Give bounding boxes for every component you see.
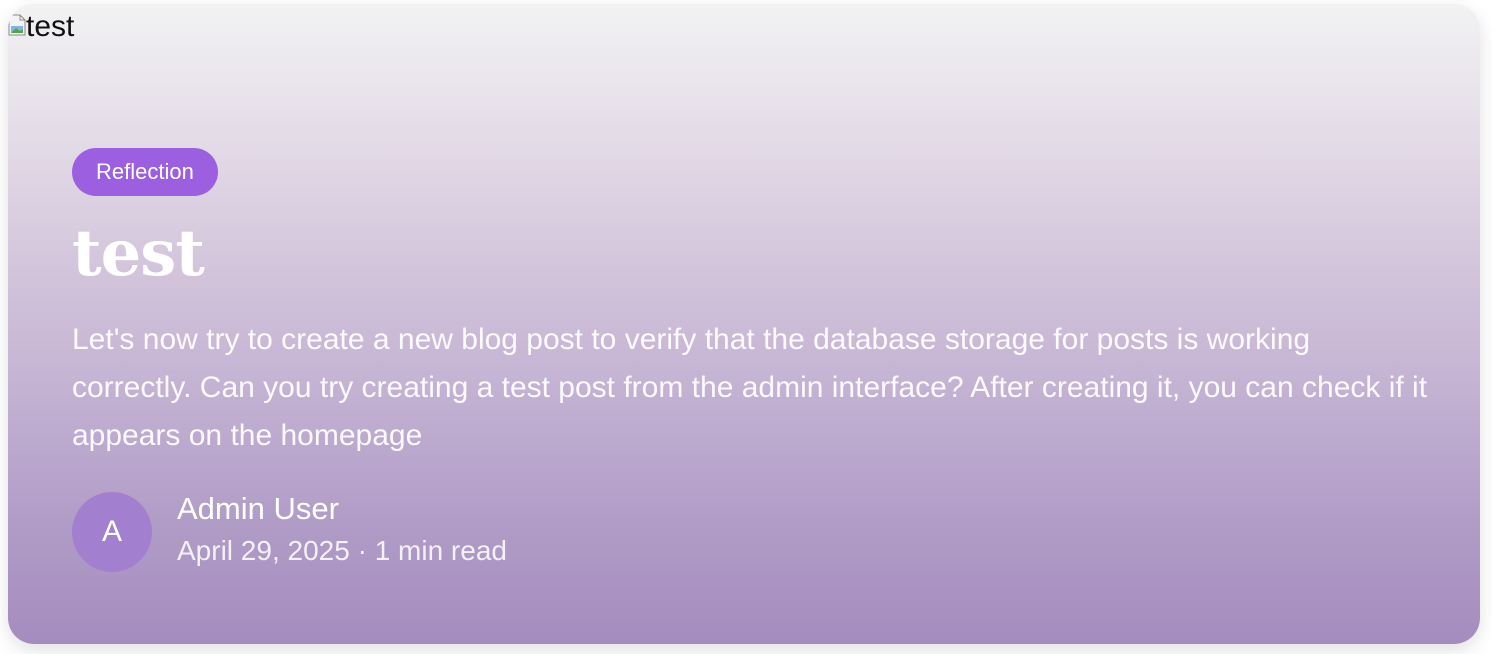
post-title[interactable]: test xyxy=(72,222,1432,286)
post-date: April 29, 2025 xyxy=(177,534,350,566)
author-meta: Admin User April 29, 2025 · 1 min read xyxy=(177,491,507,567)
cover-image-alt-text: test xyxy=(26,10,75,43)
avatar: A xyxy=(72,492,152,572)
blog-post-card[interactable]: test Reflection test Let's now try to cr… xyxy=(8,4,1480,644)
author-info: A Admin User April 29, 2025 · 1 min read xyxy=(72,491,1432,572)
category-badge[interactable]: Reflection xyxy=(72,148,218,196)
author-name[interactable]: Admin User xyxy=(177,491,507,526)
post-excerpt: Let's now try to create a new blog post … xyxy=(72,323,1428,452)
broken-image-icon xyxy=(8,14,26,36)
post-content: Reflection test Let's now try to create … xyxy=(72,148,1432,572)
read-time: 1 min read xyxy=(374,534,507,566)
meta-separator: · xyxy=(357,534,367,566)
post-meta: April 29, 2025 · 1 min read xyxy=(177,534,507,567)
cover-image: test xyxy=(8,4,74,44)
